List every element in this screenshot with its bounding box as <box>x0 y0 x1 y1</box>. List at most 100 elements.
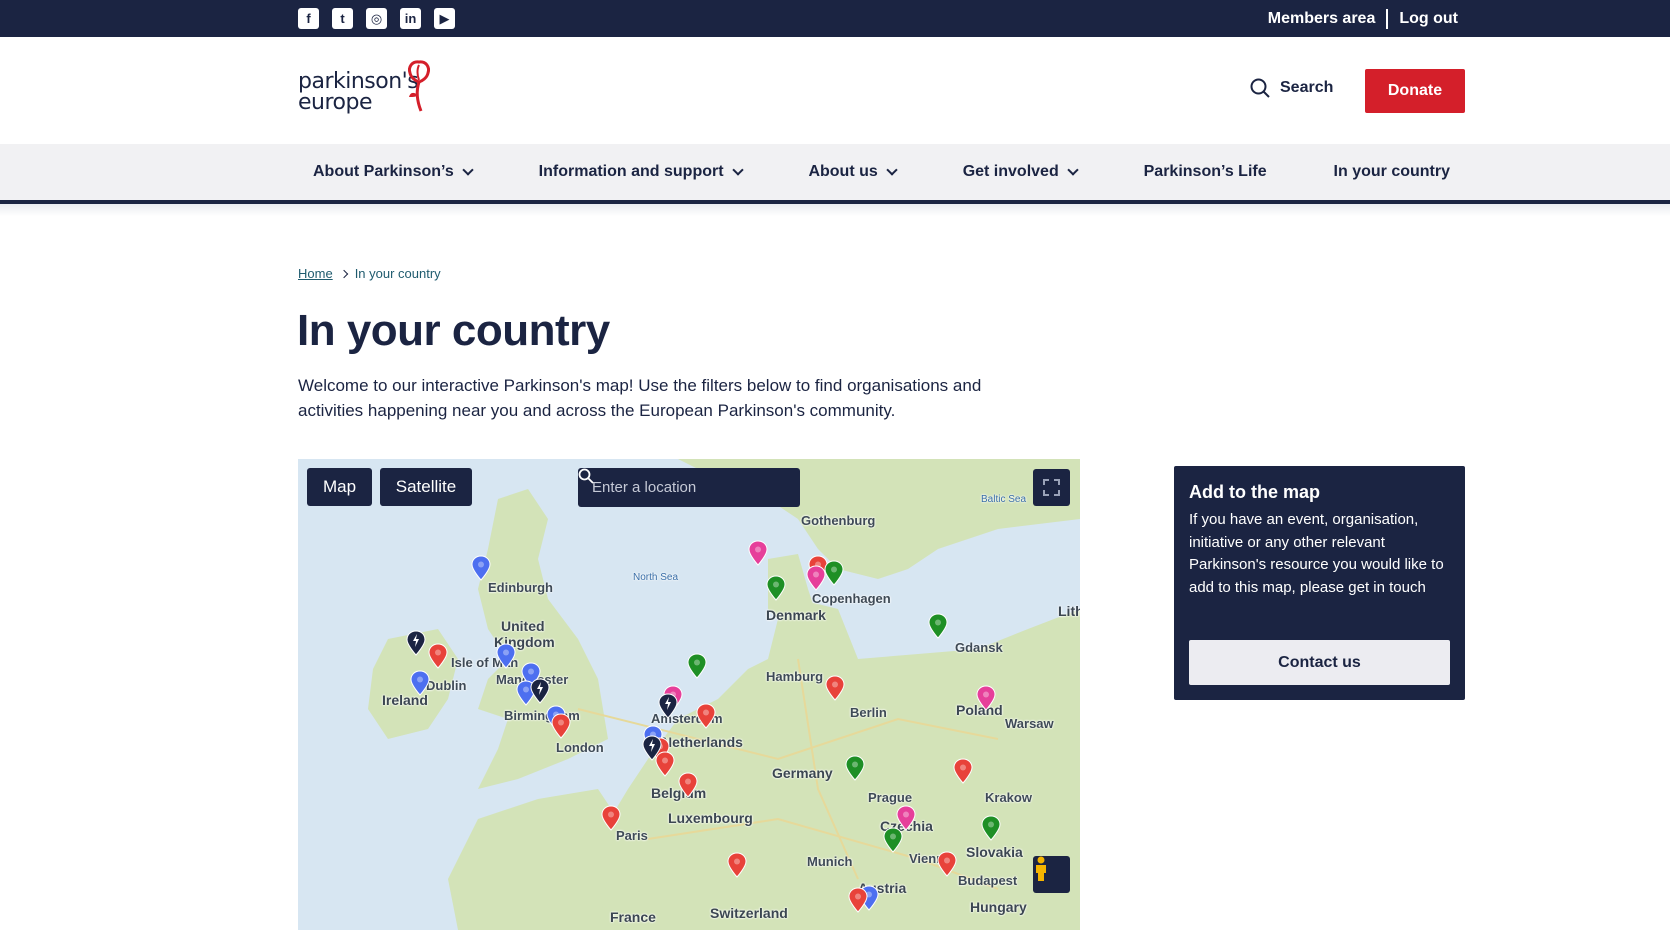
red-map-pin-icon[interactable] <box>428 643 448 669</box>
green-map-pin-icon[interactable] <box>824 560 844 586</box>
fullscreen-icon <box>1043 479 1060 496</box>
pink-map-pin-icon[interactable] <box>976 685 996 711</box>
map-view-button[interactable]: Map <box>307 468 372 506</box>
pink-map-pin-icon[interactable] <box>806 565 826 591</box>
map-label-edinburgh: Edinburgh <box>488 580 553 595</box>
pink-map-pin-icon[interactable] <box>748 540 768 566</box>
interactive-map[interactable]: Map Satellite Enter a location Edinburgh… <box>298 459 1080 930</box>
chevron-down-icon <box>731 164 744 176</box>
page-title: In your country <box>297 306 610 355</box>
nav-get-involved[interactable]: Get involved <box>962 163 1079 181</box>
search-icon <box>1250 78 1270 98</box>
nav-shadow <box>0 204 1670 216</box>
site-logo[interactable]: parkinson's europe <box>298 59 438 123</box>
green-map-pin-icon[interactable] <box>845 755 865 781</box>
nav-label: About Parkinson’s <box>313 163 454 180</box>
street-view-pegman[interactable] <box>1033 856 1070 893</box>
red-map-pin-icon[interactable] <box>696 703 716 729</box>
map-label-north-sea: North Sea <box>633 572 679 583</box>
chevron-down-icon <box>1067 164 1079 176</box>
green-map-pin-icon[interactable] <box>981 815 1001 841</box>
divider <box>1386 9 1389 29</box>
nav-label: About us <box>808 163 878 180</box>
red-map-pin-icon[interactable] <box>601 805 621 831</box>
satellite-view-button[interactable]: Satellite <box>380 468 472 506</box>
red-map-pin-icon[interactable] <box>953 758 973 784</box>
nav-label: In your country <box>1333 163 1450 180</box>
green-map-pin-icon[interactable] <box>883 827 903 853</box>
map-label-switzerland: Switzerland <box>710 905 788 921</box>
red-map-pin-icon[interactable] <box>848 887 868 913</box>
map-label-gdansk: Gdansk <box>955 640 1003 655</box>
members-area-link[interactable]: Members area <box>1268 10 1376 28</box>
search-label: Search <box>1280 79 1334 96</box>
nav-label: Information and support <box>538 163 724 180</box>
nav-label: Get involved <box>962 163 1059 180</box>
instagram-icon[interactable]: ◎ <box>366 8 387 29</box>
account-links: Members area Log out <box>1268 9 1458 29</box>
red-map-pin-icon[interactable] <box>678 772 698 798</box>
map-label-hamburg: Hamburg <box>766 669 824 684</box>
nav-about-parkinsons[interactable]: About Parkinson’s <box>313 163 474 181</box>
map-label-dublin: Dublin <box>426 678 467 693</box>
contact-us-button[interactable]: Contact us <box>1189 640 1450 685</box>
breadcrumb: Home In your country <box>298 266 441 281</box>
social-links: f t ◎ in ▶ <box>298 8 455 29</box>
dark-map-pin-icon[interactable] <box>658 693 678 719</box>
map-label-krakow: Krakow <box>985 790 1032 805</box>
site-header: parkinson's europe Search Donate <box>0 37 1670 144</box>
green-map-pin-icon[interactable] <box>766 575 786 601</box>
map-label-luxembourg: Luxembourg <box>668 810 753 826</box>
linkedin-icon[interactable]: in <box>400 8 421 29</box>
pegman-icon <box>1036 856 1046 881</box>
youtube-icon[interactable]: ▶ <box>434 8 455 29</box>
red-map-pin-icon[interactable] <box>937 851 957 877</box>
search-icon[interactable] <box>578 468 594 484</box>
dark-map-pin-icon[interactable] <box>406 630 426 656</box>
map-label-slovakia: Slovakia <box>966 844 1023 860</box>
map-label-copenhagen: Copenhagen <box>812 591 891 606</box>
map-label-berlin: Berlin <box>850 705 887 720</box>
map-label-budapest: Budapest <box>958 873 1018 888</box>
donate-button[interactable]: Donate <box>1365 69 1465 113</box>
breadcrumb-home-link[interactable]: Home <box>298 266 333 281</box>
main-nav: About Parkinson’s Information and suppor… <box>0 144 1670 204</box>
map-label-baltic-sea: Baltic Sea <box>981 494 1027 505</box>
map-label-denmark: Denmark <box>766 607 826 623</box>
blue-map-pin-icon[interactable] <box>471 555 491 581</box>
blue-map-pin-icon[interactable] <box>410 670 430 696</box>
chevron-down-icon <box>886 164 898 176</box>
add-to-map-card: Add to the map If you have an event, org… <box>1174 466 1465 700</box>
map-label-united: United <box>501 618 545 634</box>
top-bar: f t ◎ in ▶ Members area Log out <box>0 0 1670 37</box>
blue-map-pin-icon[interactable] <box>496 643 516 669</box>
map-label-gothenburg: Gothenburg <box>801 513 876 528</box>
map-label-london: London <box>556 740 604 755</box>
chevron-right-icon <box>339 269 348 278</box>
card-text: If you have an event, organisation, init… <box>1189 511 1444 596</box>
nav-in-your-country[interactable]: In your country <box>1334 163 1450 181</box>
logout-link[interactable]: Log out <box>1399 10 1458 28</box>
twitter-icon[interactable]: t <box>332 8 353 29</box>
facebook-icon[interactable]: f <box>298 8 319 29</box>
map-label-germany: Germany <box>772 765 833 781</box>
dark-map-pin-icon[interactable] <box>530 678 550 704</box>
map-label-netherlands: Netherlands <box>662 734 743 750</box>
fullscreen-button[interactable] <box>1033 469 1070 506</box>
search-button[interactable]: Search <box>1250 78 1333 98</box>
nav-information-and-support[interactable]: Information and support <box>538 163 744 181</box>
map-label-hungary: Hungary <box>970 899 1027 915</box>
location-search-input[interactable]: Enter a location <box>578 468 800 507</box>
tulip-logo-icon <box>408 60 430 112</box>
chevron-down-icon <box>462 164 474 176</box>
red-map-pin-icon[interactable] <box>825 675 845 701</box>
nav-parkinsons-life[interactable]: Parkinson’s Life <box>1144 163 1267 181</box>
red-map-pin-icon[interactable] <box>655 751 675 777</box>
green-map-pin-icon[interactable] <box>687 653 707 679</box>
red-map-pin-icon[interactable] <box>551 713 571 739</box>
green-map-pin-icon[interactable] <box>928 613 948 639</box>
red-map-pin-icon[interactable] <box>727 852 747 878</box>
map-label-warsaw: Warsaw <box>1005 716 1054 731</box>
nav-about-us[interactable]: About us <box>808 163 898 181</box>
map-label-france: France <box>610 909 656 925</box>
